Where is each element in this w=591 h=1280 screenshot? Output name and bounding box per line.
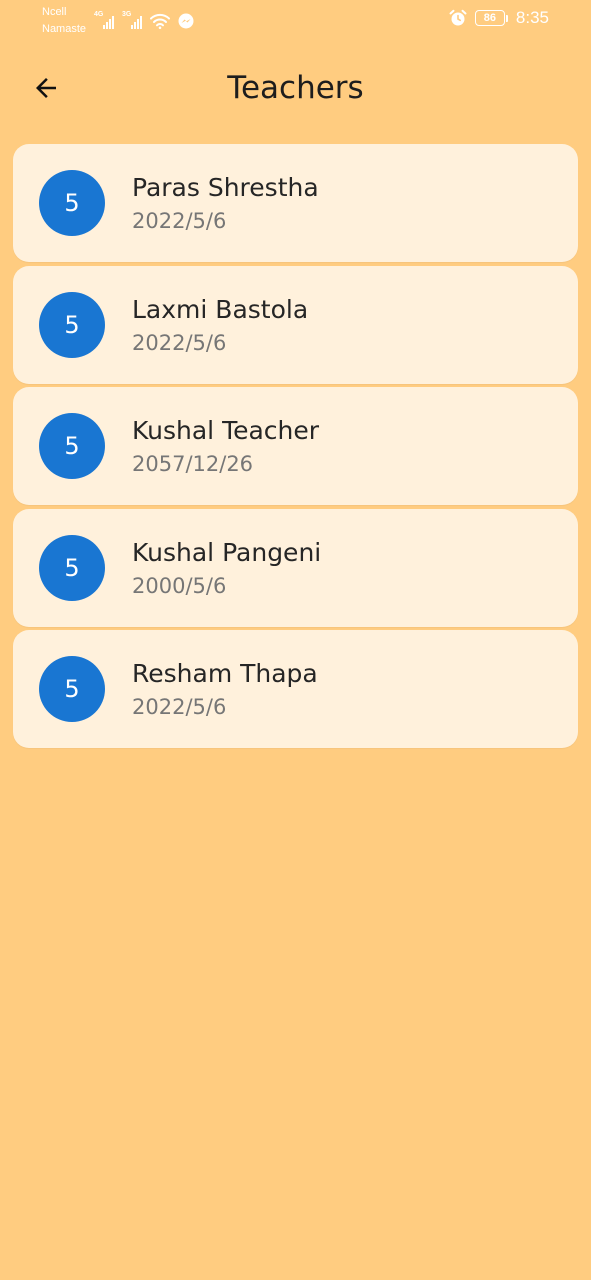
battery-icon: 86: [474, 10, 508, 26]
avatar: 5: [39, 534, 105, 601]
page-title: Teachers: [227, 70, 364, 106]
teacher-name: Laxmi Bastola: [132, 294, 309, 324]
status-icons-right: 86 8:35: [449, 8, 549, 28]
teacher-date: 2022/5/6: [132, 209, 227, 233]
teacher-name: Paras Shrestha: [132, 173, 319, 202]
status-icons-left: 4G 3G: [94, 9, 194, 29]
avatar: 5: [39, 291, 105, 358]
teacher-list: 5 Paras Shrestha 2022/5/6 5 Laxmi Bastol…: [13, 144, 578, 752]
teacher-date: 2022/5/6: [132, 330, 227, 355]
network-type-label: 4G: [94, 11, 104, 18]
list-item[interactable]: 5 Kushal Pangeni 2000/5/6: [13, 508, 578, 627]
avatar: 5: [39, 656, 105, 722]
status-bar: Ncell Namaste 4G 3G 86 8:35: [0, 0, 591, 44]
network-type-label: 3G: [122, 11, 132, 18]
messenger-icon: [178, 9, 194, 29]
carrier-name: Ncell Namaste: [42, 4, 86, 38]
avatar: 5: [39, 170, 105, 236]
carrier-line-2: Namaste: [42, 23, 87, 35]
carrier-line-1: Ncell: [42, 6, 67, 18]
alarm-icon: [449, 9, 467, 27]
avatar: 5: [39, 413, 105, 479]
teacher-date: 2057/12/26: [132, 452, 254, 476]
wifi-icon: [150, 9, 170, 29]
list-item[interactable]: 5 Kushal Teacher 2057/12/26: [13, 387, 578, 505]
list-item[interactable]: 5 Paras Shrestha 2022/5/6: [13, 144, 578, 262]
teacher-name: Kushal Teacher: [132, 416, 320, 445]
teacher-name: Kushal Pangeni: [132, 537, 322, 567]
teacher-name: Resham Thapa: [132, 659, 318, 688]
teacher-date: 2022/5/6: [132, 695, 227, 719]
teacher-date: 2000/5/6: [132, 573, 227, 598]
clock-time: 8:35: [515, 8, 549, 27]
signal-icon: 4G: [94, 11, 114, 29]
app-bar: Teachers: [0, 56, 591, 120]
battery-level: 86: [474, 10, 505, 26]
list-item[interactable]: 5 Resham Thapa 2022/5/6: [13, 630, 578, 748]
list-item[interactable]: 5 Laxmi Bastola 2022/5/6: [13, 265, 578, 384]
signal-icon: 3G: [122, 11, 142, 29]
